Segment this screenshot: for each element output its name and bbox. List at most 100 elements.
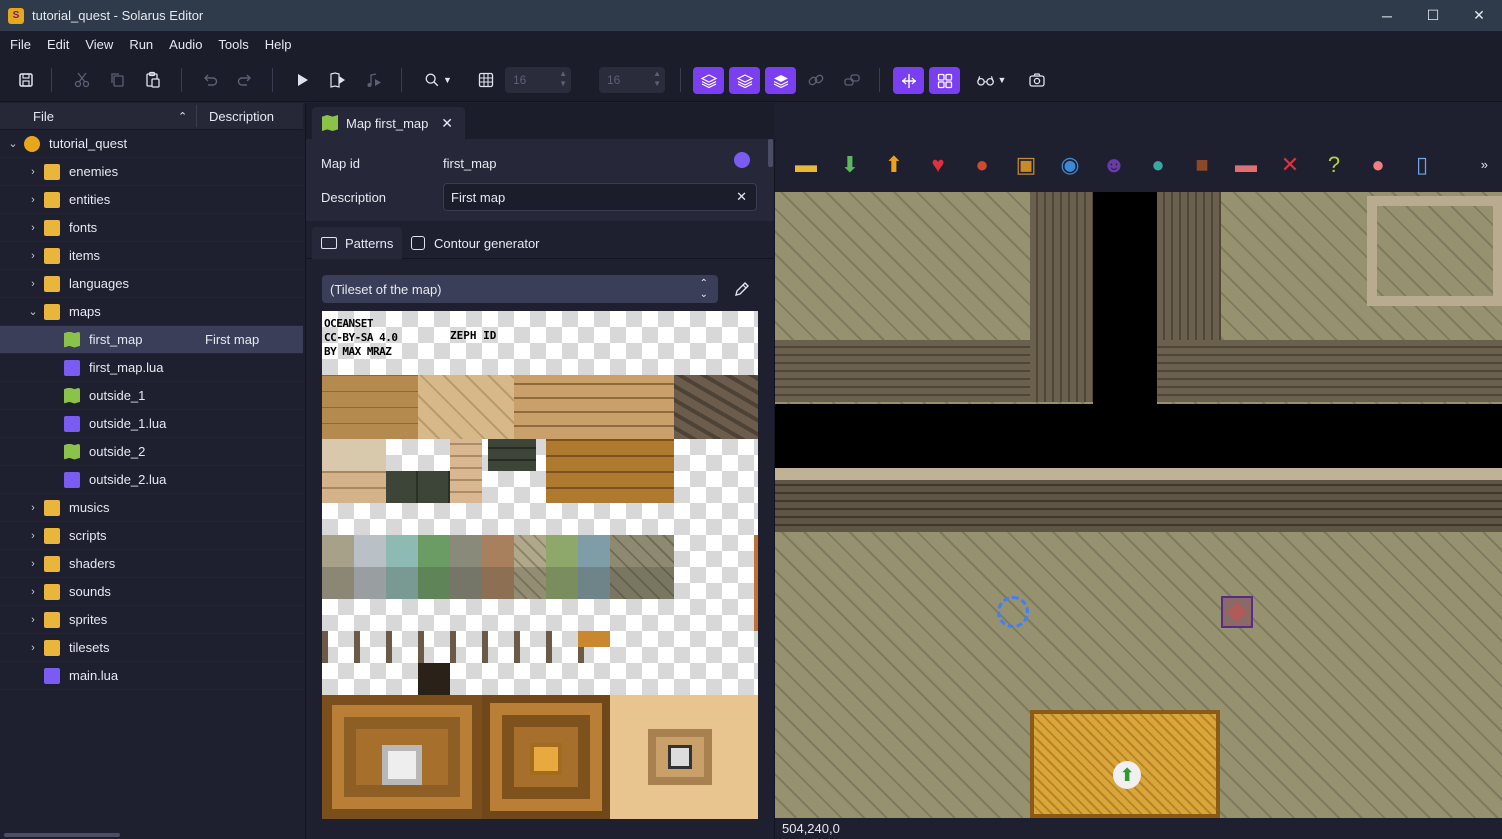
tab-contour-generator[interactable]: Contour generator xyxy=(409,227,549,259)
chevron-right-icon[interactable]: › xyxy=(27,194,39,206)
chevron-right-icon[interactable]: › xyxy=(27,642,39,654)
tree-item-outside-1-lua[interactable]: outside_1.lua xyxy=(0,410,303,438)
tileset-select[interactable]: (Tileset of the map) ⌃ ⌄ xyxy=(322,275,718,303)
column-divider[interactable] xyxy=(196,105,197,127)
chevron-right-icon[interactable]: › xyxy=(27,558,39,570)
map-canvas[interactable]: ⬆ xyxy=(775,192,1502,818)
heart-icon[interactable]: ♥ xyxy=(923,151,953,179)
tree-item-fonts[interactable]: › fonts xyxy=(0,214,303,242)
grid-icon[interactable] xyxy=(472,66,500,94)
menu-audio[interactable]: Audio xyxy=(161,37,210,52)
tree-item-languages[interactable]: › languages xyxy=(0,270,303,298)
crystal-icon[interactable]: ● xyxy=(1363,151,1393,179)
tree-item-tilesets[interactable]: › tilesets xyxy=(0,634,303,662)
chevron-down-icon[interactable]: ⌄ xyxy=(27,305,39,318)
tileset-viewer[interactable]: OCEANSET CC-BY-SA 4.0 BY MAX MRAZ ZEPH I… xyxy=(322,311,758,819)
visibility-glasses-icon[interactable]: ▼ xyxy=(971,66,1011,94)
tree-item-scripts[interactable]: › scripts xyxy=(0,522,303,550)
paste-icon[interactable] xyxy=(139,66,167,94)
minimize-button[interactable]: ─ xyxy=(1364,0,1410,31)
tab-map-first-map[interactable]: Map first_map ✕ xyxy=(312,107,465,139)
run-icon[interactable] xyxy=(288,66,316,94)
npc-blue-icon[interactable]: ◉ xyxy=(1055,151,1085,179)
screenshot-camera-icon[interactable] xyxy=(1023,66,1051,94)
open-script-icon[interactable] xyxy=(734,152,750,168)
chevron-right-icon[interactable]: › xyxy=(27,250,39,262)
edit-pencil-icon[interactable] xyxy=(732,279,752,299)
horizontal-scrollbar[interactable] xyxy=(0,831,303,839)
copy-icon[interactable] xyxy=(103,66,131,94)
tree-item-outside-2-lua[interactable]: outside_2.lua xyxy=(0,466,303,494)
menu-file[interactable]: File xyxy=(2,37,39,52)
menu-help[interactable]: Help xyxy=(257,37,300,52)
layer-low-icon[interactable] xyxy=(693,67,724,94)
sort-ascending-icon[interactable]: ⌃ xyxy=(178,110,187,123)
tree-item-outside-1[interactable]: outside_1 xyxy=(0,382,303,410)
tree-item-items[interactable]: › items xyxy=(0,242,303,270)
cut-icon[interactable] xyxy=(68,66,96,94)
zoom-icon[interactable]: ▼ xyxy=(418,66,458,94)
pot-icon[interactable]: ● xyxy=(967,151,997,179)
teletransporter-icon[interactable]: ⬆ xyxy=(1113,761,1141,789)
scrollbar-thumb[interactable] xyxy=(4,833,120,837)
teletransporter-icon[interactable]: ⬇ xyxy=(835,151,865,179)
undo-icon[interactable] xyxy=(196,66,224,94)
show-obstacles-icon[interactable] xyxy=(929,67,960,94)
chevron-right-icon[interactable]: › xyxy=(27,530,39,542)
tree-item-entities[interactable]: › entities xyxy=(0,186,303,214)
run-audio-icon[interactable] xyxy=(360,66,388,94)
switch-icon[interactable]: ▯ xyxy=(1407,151,1437,179)
bed-icon[interactable]: ▬ xyxy=(1231,151,1261,179)
menu-edit[interactable]: Edit xyxy=(39,37,77,52)
run-map-icon[interactable] xyxy=(324,66,352,94)
close-button[interactable]: ✕ xyxy=(1456,0,1502,31)
chest-icon[interactable]: ▣ xyxy=(1011,151,1041,179)
menu-tools[interactable]: Tools xyxy=(210,37,256,52)
chevron-right-icon[interactable]: › xyxy=(27,222,39,234)
unlink-icon[interactable] xyxy=(838,66,866,94)
block-entity[interactable] xyxy=(1221,596,1253,628)
tree-item-enemies[interactable]: › enemies xyxy=(0,158,303,186)
custom-entity-icon[interactable]: ? xyxy=(1319,151,1349,179)
jumper-icon[interactable]: ⬆ xyxy=(879,151,909,179)
destination-marker[interactable] xyxy=(997,596,1029,628)
npc-icon[interactable]: ● xyxy=(1143,151,1173,179)
spin-arrows-icon[interactable]: ▲ ▼ xyxy=(653,69,661,89)
tree-item-shaders[interactable]: › shaders xyxy=(0,550,303,578)
destructible-icon[interactable]: ▬ xyxy=(791,151,821,179)
layer-high-icon[interactable] xyxy=(765,67,796,94)
chevron-right-icon[interactable]: › xyxy=(27,166,39,178)
chevron-right-icon[interactable]: › xyxy=(27,614,39,626)
redo-icon[interactable] xyxy=(231,66,259,94)
tree-item-tutorial-quest[interactable]: ⌄ tutorial_quest xyxy=(0,130,303,158)
chevron-right-icon[interactable]: › xyxy=(27,586,39,598)
tree-item-main-lua[interactable]: main.lua xyxy=(0,662,303,690)
close-tab-icon[interactable]: ✕ xyxy=(441,115,453,132)
menu-view[interactable]: View xyxy=(77,37,121,52)
tree-item-sounds[interactable]: › sounds xyxy=(0,578,303,606)
save-icon[interactable] xyxy=(12,66,40,94)
enemy-icon[interactable]: ☻ xyxy=(1099,151,1129,179)
file-column-header[interactable]: File xyxy=(33,109,54,124)
properties-scrollbar[interactable] xyxy=(768,139,773,167)
grid-width-spinbox[interactable]: 16 ▲ ▼ xyxy=(505,67,571,93)
tree-item-first-map[interactable]: first_map First map xyxy=(0,326,303,354)
maximize-button[interactable]: ☐ xyxy=(1410,0,1456,31)
show-traversables-icon[interactable] xyxy=(893,67,924,94)
more-entities-icon[interactable]: » xyxy=(1481,157,1488,172)
tree-item-sprites[interactable]: › sprites xyxy=(0,606,303,634)
tree-item-first-map-lua[interactable]: first_map.lua xyxy=(0,354,303,382)
chevron-right-icon[interactable]: › xyxy=(27,278,39,290)
chevron-right-icon[interactable]: › xyxy=(27,502,39,514)
description-field[interactable]: First map ✕ xyxy=(443,183,757,211)
spin-arrows-icon[interactable]: ▲ ▼ xyxy=(559,69,567,89)
grid-height-spinbox[interactable]: 16 ▲ ▼ xyxy=(599,67,665,93)
menu-run[interactable]: Run xyxy=(121,37,161,52)
tree-item-outside-2[interactable]: outside_2 xyxy=(0,438,303,466)
link-icon[interactable] xyxy=(802,66,830,94)
sensor-icon[interactable]: ✕ xyxy=(1275,151,1305,179)
tab-patterns[interactable]: Patterns xyxy=(312,227,402,259)
block-icon[interactable]: ■ xyxy=(1187,151,1217,179)
layer-middle-icon[interactable] xyxy=(729,67,760,94)
tree-item-musics[interactable]: › musics xyxy=(0,494,303,522)
